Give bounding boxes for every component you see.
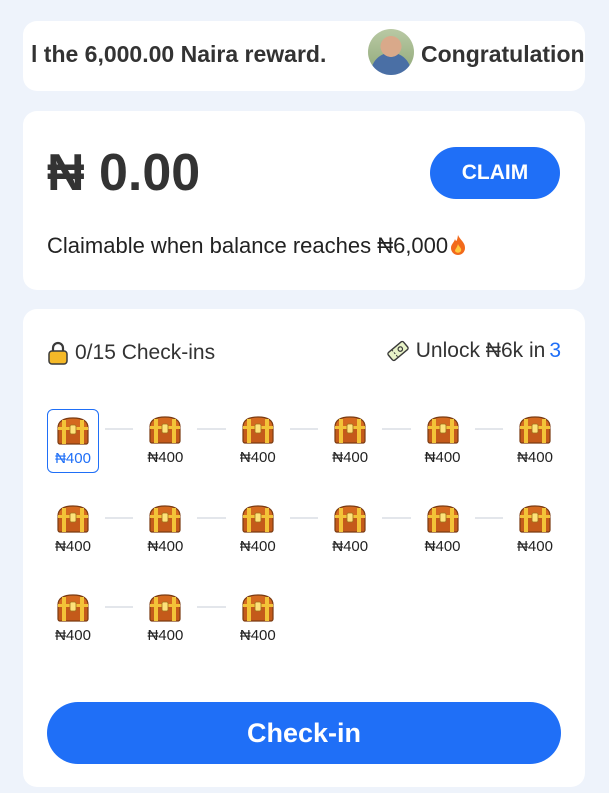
checkin-day[interactable]: ₦400 [139,409,191,473]
day-reward-label: ₦400 [147,449,184,466]
treasure-chest-icon [149,416,181,444]
checkin-day[interactable]: ₦400 [324,409,376,473]
lock-icon [48,341,68,365]
checkin-day[interactable]: ₦400 [417,409,469,473]
day-reward-label: ₦400 [332,538,369,555]
day-reward-label: ₦400 [517,449,553,466]
treasure-chest-icon [242,416,274,444]
treasure-chest-icon [426,505,459,533]
day-connector [105,428,134,430]
treasure-chest-icon [57,594,89,622]
treasure-chest-icon [57,417,89,445]
treasure-chest-icon [519,505,551,533]
treasure-chest-icon [149,594,181,622]
balance-card: ₦ 0.00 CLAIM Claimable when balance reac… [23,111,585,290]
day-reward-label: ₦400 [55,627,91,644]
avatar [368,29,414,75]
day-reward-label: ₦400 [517,538,553,555]
claim-note-text: Claimable when balance reaches ₦6,000 [47,233,449,258]
day-reward-label: ₦400 [332,449,369,466]
checkin-day[interactable]: ₦400 [47,498,99,562]
day-reward-label: ₦400 [55,450,91,467]
treasure-chest-icon [519,416,551,444]
ticker-text: l the 6,000.00 Naira reward. [31,41,327,67]
day-reward-label: ₦400 [239,627,276,644]
day-connector [382,428,411,430]
day-reward-label: ₦400 [55,538,91,555]
fire-icon [451,235,466,255]
treasure-chest-icon [242,505,274,533]
checkin-progress: 0/15 Check-ins [47,341,215,365]
winner-ticker: l the 6,000.00 Naira reward. Congratulat… [23,21,585,91]
day-reward-label: ₦400 [147,627,184,644]
checkin-day[interactable]: ₦400 [232,587,284,651]
ticker-text: Congratulation [421,41,585,67]
unlock-text: Unlock ₦6k in [415,339,546,362]
day-connector [474,517,503,519]
day-reward-label: ₦400 [239,538,276,555]
treasure-chest-icon [426,416,459,444]
day-connector [197,606,226,608]
checkin-day[interactable]: ₦400 [232,409,284,473]
checkin-day[interactable]: ₦400 [417,498,469,562]
day-reward-label: ₦400 [147,538,184,555]
checkin-card: 0/15 Check-ins Unlock ₦6k in 3 ₦400 ₦400 ₦… [23,309,585,787]
day-connector [289,428,319,430]
checkin-day[interactable]: ₦400 [324,498,376,562]
day-connector [197,517,226,519]
checkin-day[interactable]: ₦400 [139,587,191,651]
checkin-day[interactable]: ₦400 [232,498,284,562]
checkin-progress-text: 0/15 Check-ins [75,341,216,364]
unlock-days: 3 [549,339,561,362]
day-connector [105,517,134,519]
checkin-day[interactable]: ₦400 [47,409,99,473]
claim-button[interactable]: CLAIM [430,147,560,199]
day-reward-label: ₦400 [239,449,276,466]
checkin-day[interactable]: ₦400 [509,409,561,473]
day-connector [382,517,411,519]
checkin-day[interactable]: ₦400 [509,498,561,562]
unlock-info: Unlock ₦6k in 3 [386,339,561,363]
day-connector [197,428,226,430]
day-connector [474,428,503,430]
day-reward-label: ₦400 [424,449,461,466]
checkin-day[interactable]: ₦400 [139,498,191,562]
balance-amount: ₦ 0.00 [47,144,201,202]
checkin-button[interactable]: Check-in [47,702,561,764]
treasure-chest-icon [334,505,366,533]
treasure-chest-icon [242,594,274,622]
checkin-day[interactable]: ₦400 [47,587,99,651]
treasure-chest-icon [334,416,366,444]
day-reward-label: ₦400 [424,538,461,555]
treasure-chest-icon [149,505,181,533]
ticket-icon [386,340,409,362]
day-connector [289,517,319,519]
day-connector [105,606,134,608]
claim-note: Claimable when balance reaches ₦6,000 [47,233,467,259]
treasure-chest-icon [57,505,89,533]
